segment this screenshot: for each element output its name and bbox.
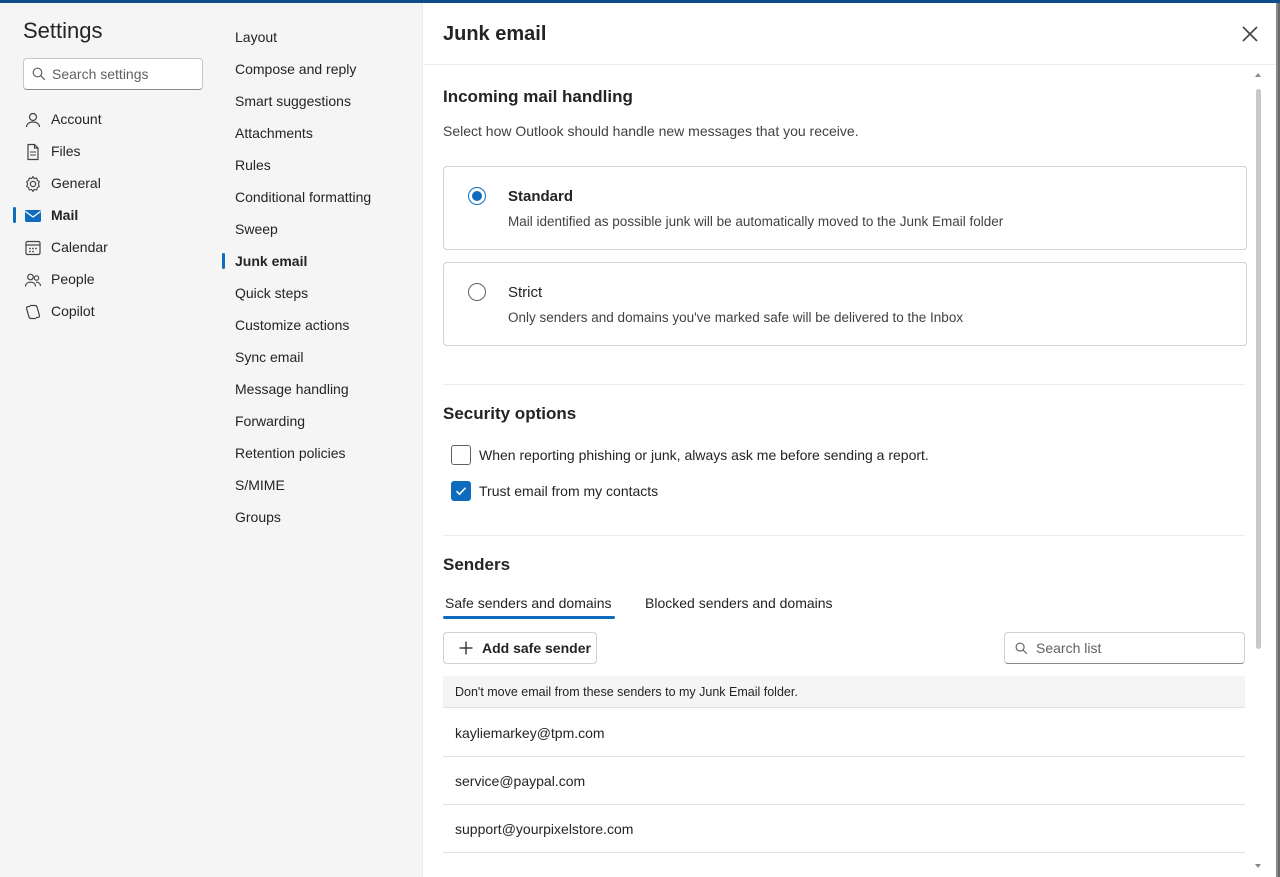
- settings-sidebar: Settings Account Files General Mail Cale…: [0, 3, 222, 877]
- scroll-up-arrow[interactable]: [1255, 73, 1261, 77]
- sidebar-item-label: Calendar: [51, 239, 108, 255]
- menu-item-retention-policies[interactable]: Retention policies: [235, 445, 346, 461]
- list-item[interactable]: service@paypal.com: [443, 757, 1245, 805]
- panel-content: Incoming mail handling Select how Outloo…: [423, 66, 1264, 877]
- sidebar-item-label: People: [51, 271, 95, 287]
- menu-item-conditional-formatting[interactable]: Conditional formatting: [235, 189, 371, 205]
- list-header: Don't move email from these senders to m…: [443, 676, 1245, 708]
- add-safe-sender-label: Add safe sender: [482, 640, 591, 656]
- checkbox-ask-before-report[interactable]: [451, 445, 471, 465]
- close-icon[interactable]: [1239, 23, 1261, 45]
- mail-settings-menu: Layout Compose and reply Smart suggestio…: [222, 3, 423, 877]
- sidebar-item-account[interactable]: Account: [0, 105, 222, 133]
- sidebar-item-mail[interactable]: Mail: [0, 201, 222, 229]
- sidebar-item-calendar[interactable]: Calendar: [0, 233, 222, 261]
- menu-item-compose-and-reply[interactable]: Compose and reply: [235, 61, 356, 77]
- menu-item-sync-email[interactable]: Sync email: [235, 349, 303, 365]
- sidebar-item-general[interactable]: General: [0, 169, 222, 197]
- sidebar-item-label: Mail: [51, 207, 79, 223]
- option-title: Standard: [508, 188, 574, 205]
- security-heading: Security options: [443, 404, 577, 423]
- plus-icon: [459, 641, 473, 655]
- menu-item-message-handling[interactable]: Message handling: [235, 381, 349, 397]
- option-subtitle: Only senders and domains you've marked s…: [508, 310, 964, 325]
- sidebar-item-copilot[interactable]: Copilot: [0, 297, 222, 325]
- menu-item-sweep[interactable]: Sweep: [235, 221, 278, 237]
- sidebar-item-files[interactable]: Files: [0, 137, 222, 165]
- copilot-icon: [25, 304, 41, 320]
- radio-strict[interactable]: [468, 283, 486, 301]
- sidebar-item-label: Files: [51, 143, 81, 159]
- scrollbar[interactable]: [1252, 69, 1262, 874]
- sidebar-item-label: Account: [51, 111, 102, 127]
- option-title: Strict: [508, 284, 543, 301]
- menu-item-junk-email[interactable]: Junk email: [235, 253, 307, 269]
- radio-standard[interactable]: [468, 187, 486, 205]
- people-icon: [24, 273, 42, 287]
- search-settings-box[interactable]: [23, 58, 203, 90]
- mail-icon: [25, 210, 41, 222]
- option-strict[interactable]: Strict Only senders and domains you've m…: [443, 262, 1247, 346]
- search-settings-input[interactable]: [52, 66, 192, 82]
- active-tab-underline: [443, 616, 615, 619]
- settings-title: Settings: [23, 18, 103, 43]
- active-indicator: [222, 253, 225, 269]
- tab-blocked-senders[interactable]: Blocked senders and domains: [645, 595, 833, 621]
- scroll-thumb[interactable]: [1256, 89, 1261, 649]
- menu-item-layout[interactable]: Layout: [235, 29, 277, 45]
- section-divider: [443, 384, 1245, 385]
- menu-item-smime[interactable]: S/MIME: [235, 477, 285, 493]
- person-icon: [25, 112, 41, 128]
- checkmark-icon: [455, 487, 467, 496]
- gear-icon: [26, 175, 40, 193]
- checkbox-label: When reporting phishing or junk, always …: [479, 447, 929, 463]
- sidebar-item-people[interactable]: People: [0, 265, 222, 293]
- add-safe-sender-button[interactable]: Add safe sender: [443, 632, 597, 664]
- list-item[interactable]: support@yourpixelstore.com: [443, 805, 1245, 853]
- menu-item-rules[interactable]: Rules: [235, 157, 271, 173]
- incoming-description: Select how Outlook should handle new mes…: [443, 123, 859, 139]
- search-list-input[interactable]: [1036, 640, 1226, 656]
- menu-item-customize-actions[interactable]: Customize actions: [235, 317, 349, 333]
- file-icon: [27, 143, 39, 161]
- menu-item-forwarding[interactable]: Forwarding: [235, 413, 305, 429]
- search-icon: [32, 67, 46, 81]
- menu-item-attachments[interactable]: Attachments: [235, 125, 313, 141]
- scroll-down-arrow[interactable]: [1255, 864, 1261, 868]
- senders-heading: Senders: [443, 555, 511, 574]
- menu-item-smart-suggestions[interactable]: Smart suggestions: [235, 93, 351, 109]
- search-icon: [1015, 642, 1028, 654]
- option-standard[interactable]: Standard Mail identified as possible jun…: [443, 166, 1247, 250]
- option-trust-contacts[interactable]: Trust email from my contacts: [451, 480, 658, 502]
- active-indicator: [13, 207, 16, 223]
- option-subtitle: Mail identified as possible junk will be…: [508, 214, 1004, 229]
- sidebar-item-label: General: [51, 175, 101, 191]
- sidebar-item-label: Copilot: [51, 303, 95, 319]
- option-ask-before-report[interactable]: When reporting phishing or junk, always …: [451, 444, 929, 466]
- settings-dialog: Settings Account Files General Mail Cale…: [0, 3, 1278, 877]
- panel-header: Junk email: [423, 3, 1276, 65]
- checkbox-label: Trust email from my contacts: [479, 483, 659, 499]
- menu-item-groups[interactable]: Groups: [235, 509, 281, 525]
- checkbox-trust-contacts[interactable]: [451, 481, 471, 501]
- menu-item-quick-steps[interactable]: Quick steps: [235, 285, 308, 301]
- search-list-box[interactable]: [1004, 632, 1245, 664]
- page-title: Junk email: [443, 23, 547, 45]
- list-item[interactable]: kayliemarkey@tpm.com: [443, 709, 1245, 757]
- section-divider: [443, 535, 1245, 536]
- calendar-icon: [25, 240, 41, 256]
- incoming-heading: Incoming mail handling: [443, 87, 633, 106]
- junk-email-panel: Junk email Incoming mail handling Select…: [423, 3, 1276, 877]
